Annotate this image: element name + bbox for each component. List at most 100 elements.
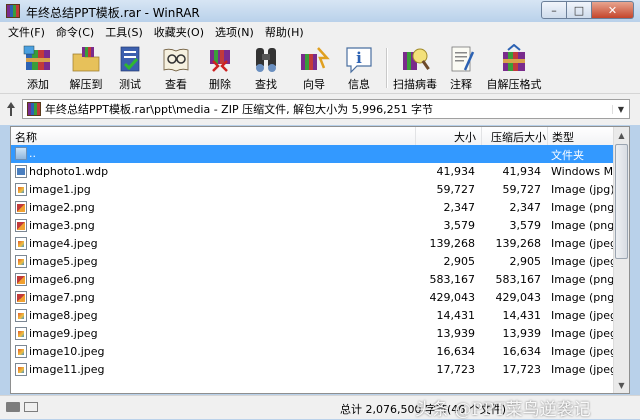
- file-row[interactable]: image8.jpeg 14,431 14,431 Image (jpeg): [11, 307, 615, 325]
- sfx-icon: [498, 43, 530, 74]
- file-img-icon: [15, 345, 27, 358]
- file-row[interactable]: image4.jpeg 139,268 139,268 Image (jpeg): [11, 235, 615, 253]
- file-type: 文件夹: [551, 149, 584, 162]
- column-divider[interactable]: [547, 127, 548, 145]
- file-packed-size: 14,431: [502, 309, 542, 322]
- file-packed-size: 59,727: [502, 183, 542, 196]
- drive-icon[interactable]: [6, 402, 20, 412]
- extract-to-button[interactable]: 解压到: [62, 44, 110, 92]
- minimize-button[interactable]: –: [541, 1, 567, 19]
- file-row[interactable]: image10.jpeg 16,634 16,634 Image (jpeg): [11, 343, 615, 361]
- add-button[interactable]: 添加: [14, 44, 62, 92]
- test-label: 测试: [119, 78, 141, 91]
- close-button[interactable]: ✕: [592, 1, 634, 19]
- file-name: image7.png: [29, 291, 95, 304]
- test-button[interactable]: 测试: [106, 44, 154, 92]
- add-label: 添加: [27, 78, 49, 91]
- menu-file[interactable]: 文件(F): [8, 24, 45, 40]
- file-name: image4.jpeg: [29, 237, 98, 250]
- delete-button[interactable]: 删除: [196, 44, 244, 92]
- file-size: 41,934: [436, 165, 476, 178]
- archive-icon: [27, 102, 41, 116]
- file-name: image1.jpg: [29, 183, 91, 196]
- scrollbar-thumb[interactable]: [615, 144, 628, 259]
- menu-help[interactable]: 帮助(H): [265, 24, 304, 40]
- column-divider[interactable]: [415, 127, 416, 145]
- file-row[interactable]: image6.png 583,167 583,167 Image (png) I: [11, 271, 615, 289]
- column-size[interactable]: 大小: [454, 129, 476, 145]
- file-png-icon: [15, 201, 27, 214]
- scroll-up-icon[interactable]: ▲: [614, 127, 629, 143]
- file-row[interactable]: image5.jpeg 2,905 2,905 Image (jpeg): [11, 253, 615, 271]
- file-name: image5.jpeg: [29, 255, 98, 268]
- file-row[interactable]: image11.jpeg 17,723 17,723 Image (jpeg): [11, 361, 615, 379]
- file-size: 59,727: [436, 183, 476, 196]
- file-row[interactable]: image1.jpg 59,727 59,727 Image (jpg) F: [11, 181, 615, 199]
- column-divider[interactable]: [481, 127, 482, 145]
- wizard-icon: [298, 44, 330, 74]
- up-folder-icon[interactable]: [6, 101, 16, 117]
- column-type[interactable]: 类型: [552, 129, 574, 145]
- file-packed-size: 583,167: [495, 273, 542, 286]
- find-button[interactable]: 查找: [242, 44, 290, 92]
- file-png-icon: [15, 291, 27, 304]
- add-archive-icon: [22, 44, 54, 74]
- file-size: 14,431: [436, 309, 476, 322]
- toolbar: 添加 解压到 测试 查看 删除 查找 向导 i 信息 扫描病毒 注释 自解压格式: [0, 42, 640, 94]
- column-name[interactable]: 名称: [15, 129, 37, 145]
- wizard-button[interactable]: 向导: [290, 44, 338, 92]
- view-label: 查看: [165, 78, 187, 91]
- file-row[interactable]: image2.png 2,347 2,347 Image (png) I: [11, 199, 615, 217]
- extract-to-icon: [70, 44, 102, 74]
- file-wdp-icon: [15, 165, 27, 178]
- virus-scan-icon: [399, 44, 431, 74]
- svg-text:i: i: [356, 49, 362, 67]
- address-path: 年终总结PPT模板.rar\ppt\media - ZIP 压缩文件, 解包大小…: [45, 103, 434, 116]
- maximize-button[interactable]: □: [567, 1, 592, 19]
- menu-favorites[interactable]: 收藏夹(O): [154, 24, 204, 40]
- scroll-down-icon[interactable]: ▼: [614, 377, 629, 393]
- winrar-window: 年终总结PPT模板.rar - WinRAR – □ ✕ 文件(F) 命令(C)…: [0, 0, 640, 420]
- menu-commands[interactable]: 命令(C): [56, 24, 94, 40]
- key-icon[interactable]: [24, 402, 38, 412]
- file-packed-size: 3,579: [509, 219, 542, 232]
- file-type: Windows Med: [551, 165, 615, 178]
- comment-icon: [445, 44, 477, 74]
- toolbar-separator: [386, 48, 388, 88]
- column-packed[interactable]: 压缩后大小: [491, 129, 546, 145]
- sfx-button[interactable]: 自解压格式: [486, 43, 542, 92]
- menu-tools[interactable]: 工具(S): [105, 24, 143, 40]
- file-row[interactable]: image7.png 429,043 429,043 Image (png) I: [11, 289, 615, 307]
- file-row[interactable]: image9.jpeg 13,939 13,939 Image (jpeg): [11, 325, 615, 343]
- file-packed-size: 139,268: [495, 237, 542, 250]
- title-bar[interactable]: 年终总结PPT模板.rar - WinRAR – □ ✕: [0, 0, 640, 22]
- file-name: ..: [29, 147, 36, 160]
- parent-folder-row[interactable]: .. 文件夹: [11, 145, 615, 163]
- window-controls: – □ ✕: [541, 1, 634, 19]
- address-dropdown-icon[interactable]: ▼: [612, 104, 629, 114]
- file-row[interactable]: image3.png 3,579 3,579 Image (png) I: [11, 217, 615, 235]
- file-list[interactable]: 名称 大小 压缩后大小 类型 .. 文件夹 hdphoto1.wdp 41,934 41…: [10, 126, 630, 394]
- file-type: Image (jpg) F: [551, 183, 615, 196]
- file-size: 16,634: [436, 345, 476, 358]
- vertical-scrollbar[interactable]: ▲ ▼: [613, 127, 629, 393]
- address-field[interactable]: 年终总结PPT模板.rar\ppt\media - ZIP 压缩文件, 解包大小…: [22, 99, 630, 119]
- info-label: 信息: [348, 78, 370, 91]
- file-row[interactable]: hdphoto1.wdp 41,934 41,934 Windows Med: [11, 163, 615, 181]
- winrar-app-icon[interactable]: [6, 4, 20, 18]
- info-button[interactable]: i 信息: [335, 44, 383, 92]
- file-name: image10.jpeg: [29, 345, 105, 358]
- view-button[interactable]: 查看: [152, 44, 200, 92]
- virus-scan-button[interactable]: 扫描病毒: [389, 44, 441, 92]
- address-bar: 年终总结PPT模板.rar\ppt\media - ZIP 压缩文件, 解包大小…: [0, 94, 640, 125]
- menu-options[interactable]: 选项(N): [215, 24, 254, 40]
- file-packed-size: 16,634: [502, 345, 542, 358]
- comment-button[interactable]: 注释: [437, 44, 485, 92]
- file-size: 13,939: [436, 327, 476, 340]
- file-type: Image (png) I: [551, 273, 615, 286]
- file-img-icon: [15, 255, 27, 268]
- test-icon: [114, 44, 146, 74]
- file-type: Image (png) I: [551, 219, 615, 232]
- watermark-text: 头条 @PPT菜鸟逆袭记: [415, 400, 591, 420]
- delete-icon: [204, 44, 236, 74]
